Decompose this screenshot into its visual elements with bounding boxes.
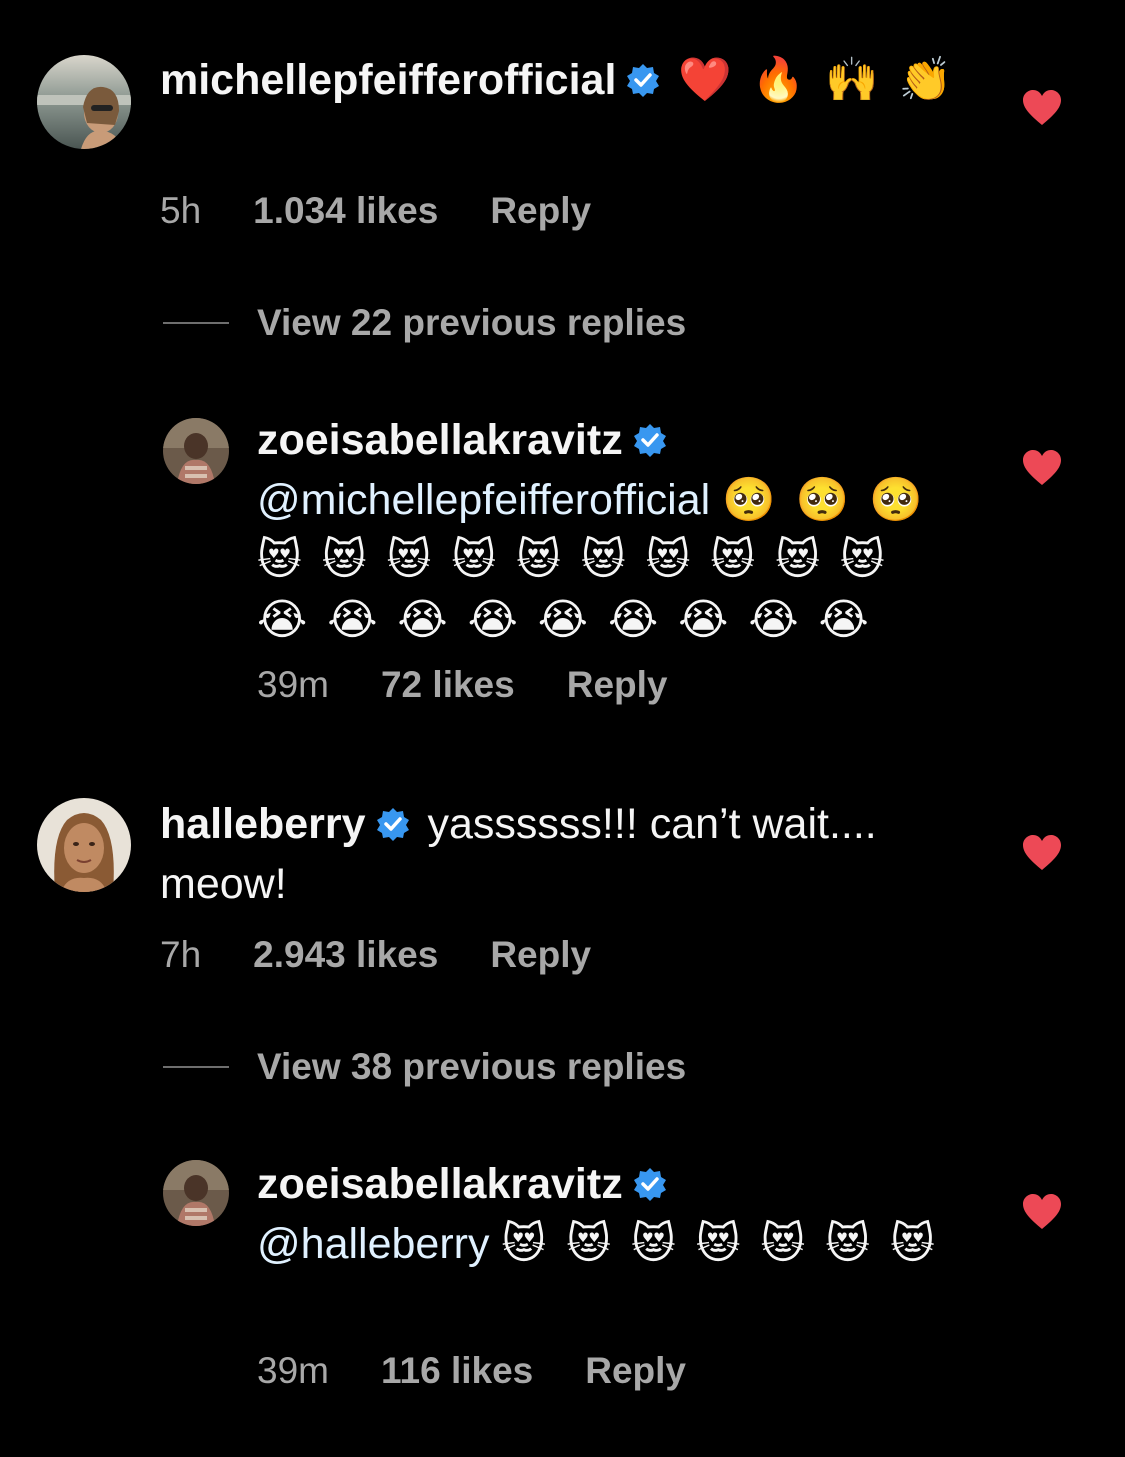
- likes-count[interactable]: 1.034 likes: [253, 190, 438, 232]
- view-previous-replies[interactable]: View 38 previous replies: [163, 1046, 686, 1088]
- view-replies-label[interactable]: View 22 previous replies: [257, 302, 686, 344]
- comment-body: halleberry yassssss!!! can’t wait.... me…: [160, 794, 900, 914]
- view-previous-replies[interactable]: View 22 previous replies: [163, 302, 686, 344]
- likes-count[interactable]: 72 likes: [381, 664, 515, 706]
- reply-time: 39m: [257, 1350, 329, 1391]
- heart-icon[interactable]: [1022, 1194, 1062, 1230]
- avatar[interactable]: [163, 1160, 229, 1226]
- mention-link[interactable]: @michellepfeifferofficial: [257, 476, 710, 524]
- comment-body: michellepfeifferofficial ❤️ 🔥 🙌 👏: [160, 50, 960, 110]
- reply-meta: 39m 116 likes Reply: [257, 1350, 686, 1392]
- reply-emojis: 😻 😻 😻 😻 😻 😻 😻: [501, 1220, 939, 1268]
- likes-count[interactable]: 2.943 likes: [253, 934, 438, 976]
- reply-body: zoeisabellakravitz @halleberry 😻 😻 😻 😻 😻…: [257, 1154, 957, 1274]
- comment-time: 7h: [160, 934, 202, 975]
- divider-line: [163, 1066, 229, 1068]
- mention-link[interactable]: @halleberry: [257, 1220, 489, 1268]
- comment-meta: 7h 2.943 likes Reply: [160, 934, 591, 976]
- likes-count[interactable]: 116 likes: [381, 1350, 533, 1392]
- avatar[interactable]: [37, 798, 131, 892]
- view-replies-label[interactable]: View 38 previous replies: [257, 1046, 686, 1088]
- reply-time: 39m: [257, 664, 329, 705]
- divider-line: [163, 322, 229, 324]
- username[interactable]: halleberry: [160, 800, 366, 848]
- reply-button[interactable]: Reply: [585, 1350, 686, 1392]
- avatar[interactable]: [37, 55, 131, 149]
- heart-icon[interactable]: [1022, 450, 1062, 486]
- reply-button[interactable]: Reply: [490, 934, 591, 976]
- username[interactable]: michellepfeifferofficial: [160, 56, 616, 104]
- comment-time: 5h: [160, 190, 202, 231]
- verified-badge-icon: [633, 423, 667, 457]
- reply-button[interactable]: Reply: [567, 664, 668, 706]
- avatar[interactable]: [163, 418, 229, 484]
- reply-meta: 39m 72 likes Reply: [257, 664, 667, 706]
- comment-text: ❤️ 🔥 🙌 👏: [678, 56, 957, 104]
- reply-button[interactable]: Reply: [490, 190, 591, 232]
- verified-badge-icon: [376, 807, 410, 841]
- reply-body: zoeisabellakravitz @michellepfeifferoffi…: [257, 410, 957, 650]
- comment-meta: 5h 1.034 likes Reply: [160, 190, 591, 232]
- heart-icon[interactable]: [1022, 835, 1062, 871]
- heart-icon[interactable]: [1022, 90, 1062, 126]
- username[interactable]: zoeisabellakravitz: [257, 1160, 623, 1208]
- username[interactable]: zoeisabellakravitz: [257, 416, 623, 464]
- verified-badge-icon: [633, 1167, 667, 1201]
- verified-badge-icon: [626, 63, 660, 97]
